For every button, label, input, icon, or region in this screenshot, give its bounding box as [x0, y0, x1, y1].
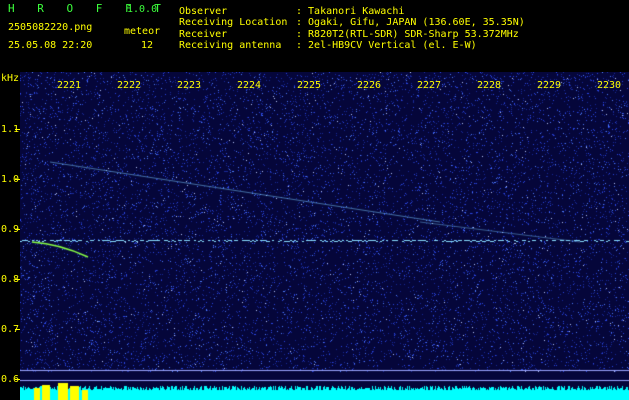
y-tick-label: 0.8 [1, 274, 20, 285]
header-panel: H R O F F T 1.0.0 2505082220.png meteor … [0, 0, 629, 72]
meteor-label: meteor [124, 26, 161, 37]
unit-label: kHz [1, 73, 20, 84]
y-tick [15, 329, 20, 330]
y-tick-label: 0.6 [1, 374, 20, 385]
antenna-label: Receiving antenna [179, 40, 282, 51]
datetime: 25.05.08 22:20 [8, 40, 93, 51]
y-tick [15, 379, 20, 380]
x-tick-label: 2228 [477, 80, 502, 91]
location-value: : Ogaki, Gifu, JAPAN (136.60E, 35.35N) [296, 17, 525, 28]
app-version: 1.0.0 [127, 4, 158, 15]
x-tick-label: 2229 [537, 80, 562, 91]
antenna-value: : 2el-HB9CV Vertical (el. E-W) [296, 40, 477, 51]
x-tick-label: 2227 [417, 80, 442, 91]
location-label: Receiving Location [179, 17, 288, 28]
y-tick-label: 1.1 [1, 124, 20, 135]
x-tick-label: 2226 [357, 80, 382, 91]
y-tick [15, 129, 20, 130]
meteor-count: 12 [141, 40, 154, 51]
y-tick [15, 179, 20, 180]
spectrogram-canvas [20, 72, 629, 400]
x-tick-label: 2230 [597, 80, 622, 91]
y-tick [15, 279, 20, 280]
y-tick-label: 0.9 [1, 224, 20, 235]
y-tick [15, 229, 20, 230]
x-tick-label: 2223 [177, 80, 202, 91]
file-name: 2505082220.png [8, 22, 93, 33]
x-tick-label: 2222 [117, 80, 142, 91]
spectrogram [20, 72, 629, 400]
x-tick-label: 2221 [57, 80, 82, 91]
y-tick-label: 1.0 [1, 174, 20, 185]
x-tick-label: 2224 [237, 80, 262, 91]
y-tick-label: 0.7 [1, 324, 20, 335]
x-tick-label: 2225 [297, 80, 322, 91]
